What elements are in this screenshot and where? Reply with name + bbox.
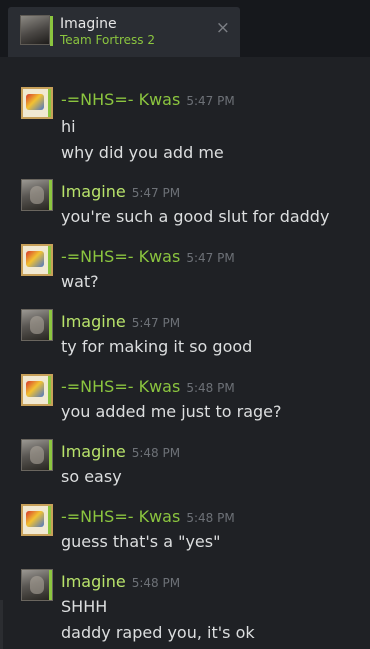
message-text: daddy raped you, it's ok <box>61 623 255 642</box>
friend-avatar <box>20 15 53 46</box>
timestamp: 5:48 PM <box>186 511 235 525</box>
timestamp: 5:48 PM <box>131 576 181 590</box>
message-text: why did you add me <box>61 143 224 162</box>
tab-friend-name: Imagine <box>60 16 117 32</box>
sender-name[interactable]: -=NHS=- Kwas <box>61 90 180 109</box>
message-text: you're such a good slut for daddy <box>61 207 330 226</box>
close-icon[interactable]: × <box>216 20 230 37</box>
message-header: Imagine 5:48 PM <box>61 442 180 461</box>
timestamp: 5:47 PM <box>131 186 181 200</box>
chat-tab-imagine[interactable]: Imagine Team Fortress 2 × <box>8 7 240 57</box>
sender-name[interactable]: Imagine <box>61 572 126 591</box>
timestamp: 5:47 PM <box>186 251 235 265</box>
tab-bar: Imagine Team Fortress 2 × <box>0 0 370 57</box>
tab-game-status: Team Fortress 2 <box>60 33 155 47</box>
sender-name[interactable]: -=NHS=- Kwas <box>61 507 180 526</box>
message-header: Imagine 5:48 PM <box>61 572 180 591</box>
face-avatar <box>21 439 53 471</box>
message-text: SHHH <box>61 597 108 616</box>
sender-name[interactable]: -=NHS=- Kwas <box>61 247 180 266</box>
sender-name[interactable]: -=NHS=- Kwas <box>61 377 180 396</box>
message-text: you added me just to rage? <box>61 402 282 421</box>
message-text: so easy <box>61 467 122 486</box>
message-header: -=NHS=- Kwas 5:48 PM <box>61 507 235 526</box>
face-avatar <box>21 569 53 601</box>
poptart-avatar <box>21 244 53 276</box>
timestamp: 5:48 PM <box>186 381 235 395</box>
message-text: wat? <box>61 272 99 291</box>
sender-name[interactable]: Imagine <box>61 312 126 331</box>
timestamp: 5:47 PM <box>186 94 235 108</box>
poptart-avatar <box>21 504 53 536</box>
message-text: ty for making it so good <box>61 337 253 356</box>
message-text: hi <box>61 117 76 136</box>
face-avatar <box>21 179 53 211</box>
timestamp: 5:47 PM <box>131 316 181 330</box>
window-edge <box>0 600 3 649</box>
message-header: -=NHS=- Kwas 5:47 PM <box>61 90 235 109</box>
message-header: Imagine 5:47 PM <box>61 312 180 331</box>
message-text: guess that's a "yes" <box>61 532 221 551</box>
sender-name[interactable]: Imagine <box>61 182 126 201</box>
message-header: -=NHS=- Kwas 5:47 PM <box>61 247 235 266</box>
face-avatar <box>21 309 53 341</box>
message-header: -=NHS=- Kwas 5:48 PM <box>61 377 235 396</box>
poptart-avatar <box>21 87 53 119</box>
timestamp: 5:48 PM <box>131 446 181 460</box>
poptart-avatar <box>21 374 53 406</box>
chat-log[interactable]: -=NHS=- Kwas 5:47 PM hi why did you add m… <box>0 57 370 649</box>
message-header: Imagine 5:47 PM <box>61 182 180 201</box>
sender-name[interactable]: Imagine <box>61 442 126 461</box>
